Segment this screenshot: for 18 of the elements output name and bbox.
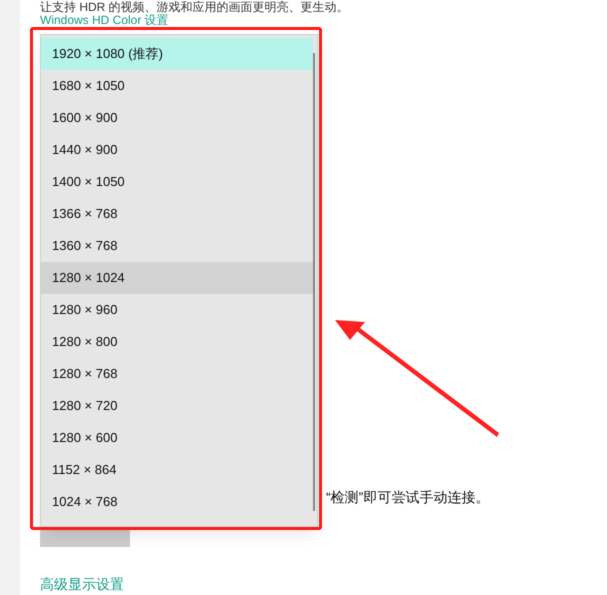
resolution-option[interactable]: 1152 × 864 [41, 454, 313, 486]
resolution-option[interactable]: 1366 × 768 [41, 198, 313, 230]
detect-hint-text: “检测”即可尝试手动连接。 [326, 488, 490, 507]
resolution-option[interactable]: 1440 × 900 [41, 134, 313, 166]
resolution-option[interactable]: 1280 × 720 [41, 390, 313, 422]
resolution-option[interactable]: 1360 × 768 [41, 230, 313, 262]
resolution-option[interactable]: 1600 × 900 [41, 102, 313, 134]
resolution-option[interactable]: 1280 × 600 [41, 422, 313, 454]
resolution-option[interactable]: 1024 × 768 [41, 486, 313, 518]
resolution-option[interactable]: 1920 × 1080 (推荐) [41, 38, 313, 70]
resolution-option[interactable]: 1400 × 1050 [41, 166, 313, 198]
description-text: 让支持 HDR 的视频、游戏和应用的画面更明亮、更生动。 [40, 0, 350, 14]
scrollbar[interactable] [313, 53, 315, 511]
resolution-option[interactable]: 1280 × 960 [41, 294, 313, 326]
resolution-option[interactable]: 1280 × 1024 [41, 262, 313, 294]
resolution-option[interactable]: 1280 × 768 [41, 358, 313, 390]
resolution-option[interactable]: 1680 × 1050 [41, 70, 313, 102]
resolution-option[interactable]: 1280 × 800 [41, 326, 313, 358]
